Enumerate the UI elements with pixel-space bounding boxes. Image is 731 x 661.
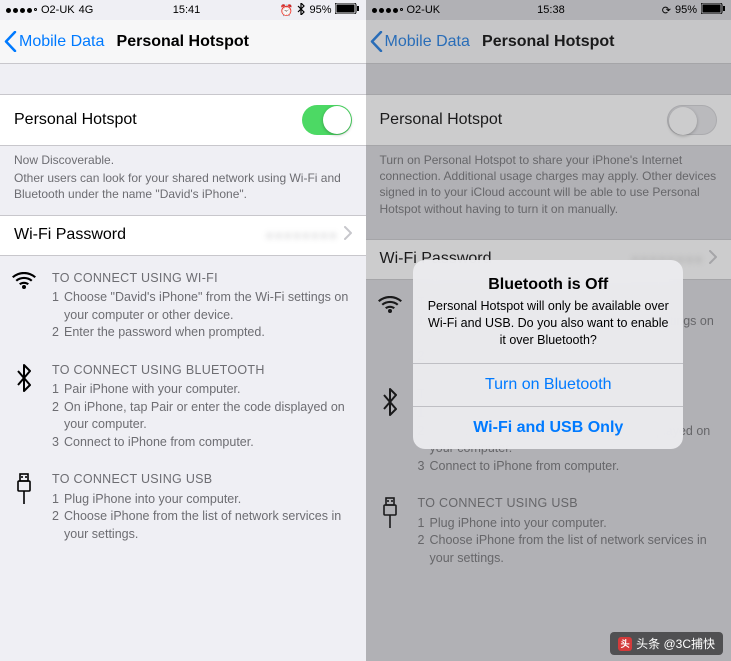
- content: Personal Hotspot Now Discoverable. Other…: [0, 64, 366, 661]
- nav-bar: Mobile Data Personal Hotspot: [0, 20, 366, 64]
- status-bar: O2-UK 4G 15:41 ⏰ 95%: [0, 0, 366, 20]
- wifi-usb-only-button[interactable]: Wi-Fi and USB Only: [413, 406, 683, 449]
- hotspot-footer: Now Discoverable. Other users can look f…: [0, 146, 366, 215]
- back-label: Mobile Data: [19, 33, 104, 51]
- battery-icon: [335, 3, 359, 17]
- watermark: 头 头条 @3C捕快: [610, 632, 723, 655]
- instructions: TO CONNECT USING WI-FI 1Choose "David's …: [0, 256, 366, 558]
- bluetooth-alert: Bluetooth is Off Personal Hotspot will o…: [413, 260, 683, 449]
- signal-dots-icon: [6, 8, 37, 13]
- wifi-pw-value: ●●●●●●●●: [265, 227, 337, 244]
- phone-left: O2-UK 4G 15:41 ⏰ 95% Mobile Data Persona…: [0, 0, 366, 661]
- network-label: 4G: [79, 4, 94, 16]
- hotspot-label: Personal Hotspot: [14, 111, 137, 129]
- turn-on-bluetooth-button[interactable]: Turn on Bluetooth: [413, 363, 683, 406]
- chevron-left-icon: [4, 31, 17, 52]
- wifi-password-row[interactable]: Wi-Fi Password ●●●●●●●●: [0, 215, 366, 256]
- alert-message: Personal Hotspot will only be available …: [427, 298, 669, 349]
- carrier-label: O2-UK: [41, 4, 75, 16]
- bluetooth-icon: [10, 362, 38, 452]
- wifi-pw-label: Wi-Fi Password: [14, 226, 126, 244]
- clock: 15:41: [173, 4, 201, 16]
- phone-right: O2-UK 15:38 ⟳ 95% Mobile Data Personal H…: [366, 0, 731, 661]
- bluetooth-instructions: TO CONNECT USING BLUETOOTH 1Pair iPhone …: [0, 352, 366, 462]
- alert-title: Bluetooth is Off: [427, 276, 669, 294]
- hotspot-toggle[interactable]: [302, 105, 352, 135]
- alarm-icon: ⏰: [280, 4, 294, 17]
- toutiao-logo-icon: 头: [618, 637, 632, 651]
- usb-icon: [10, 471, 38, 543]
- battery-label: 95%: [309, 4, 331, 16]
- bluetooth-icon: [297, 3, 305, 18]
- usb-instructions: TO CONNECT USING USB 1Plug iPhone into y…: [0, 461, 366, 553]
- chevron-right-icon: [344, 226, 352, 245]
- wifi-instructions: TO CONNECT USING WI-FI 1Choose "David's …: [0, 260, 366, 352]
- wifi-icon: [10, 270, 38, 342]
- hotspot-toggle-row[interactable]: Personal Hotspot: [0, 94, 366, 146]
- back-button[interactable]: Mobile Data: [0, 31, 104, 52]
